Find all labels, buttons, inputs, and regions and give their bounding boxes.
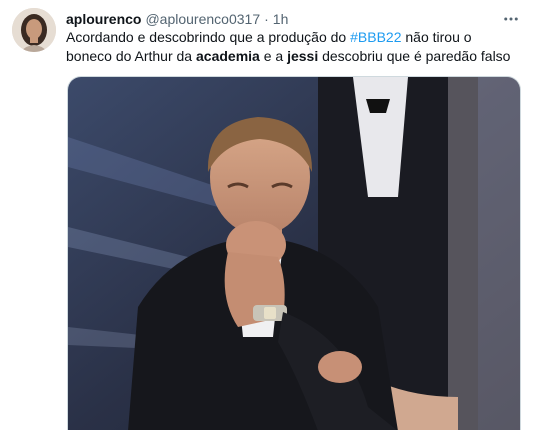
tweet-media-image[interactable] <box>67 76 521 430</box>
tweet-card[interactable]: aplourenco @aplourenco0317 · 1h Acordand… <box>0 0 536 430</box>
hashtag-link[interactable]: #BBB22 <box>350 29 401 45</box>
tweet-text-part: Acordando e descobrindo que a produção d… <box>66 29 351 45</box>
more-horizontal-icon[interactable] <box>500 9 522 29</box>
tweet-text-bold: jessi <box>287 48 319 64</box>
display-name[interactable]: aplourenco <box>66 9 141 29</box>
separator-dot: · <box>264 11 269 27</box>
user-handle[interactable]: @aplourenco0317 <box>145 9 260 29</box>
tweet-text-part: descobriu que é paredão falso <box>318 48 511 64</box>
timestamp[interactable]: 1h <box>273 9 289 29</box>
avatar[interactable] <box>12 8 56 52</box>
tweet-header: aplourenco @aplourenco0317 · 1h <box>66 9 476 29</box>
tweet-text-part: e a <box>259 48 288 64</box>
tweet-text: Acordando e descobrindo que a produção d… <box>66 28 521 66</box>
tweet-text-bold: academia <box>196 48 260 64</box>
